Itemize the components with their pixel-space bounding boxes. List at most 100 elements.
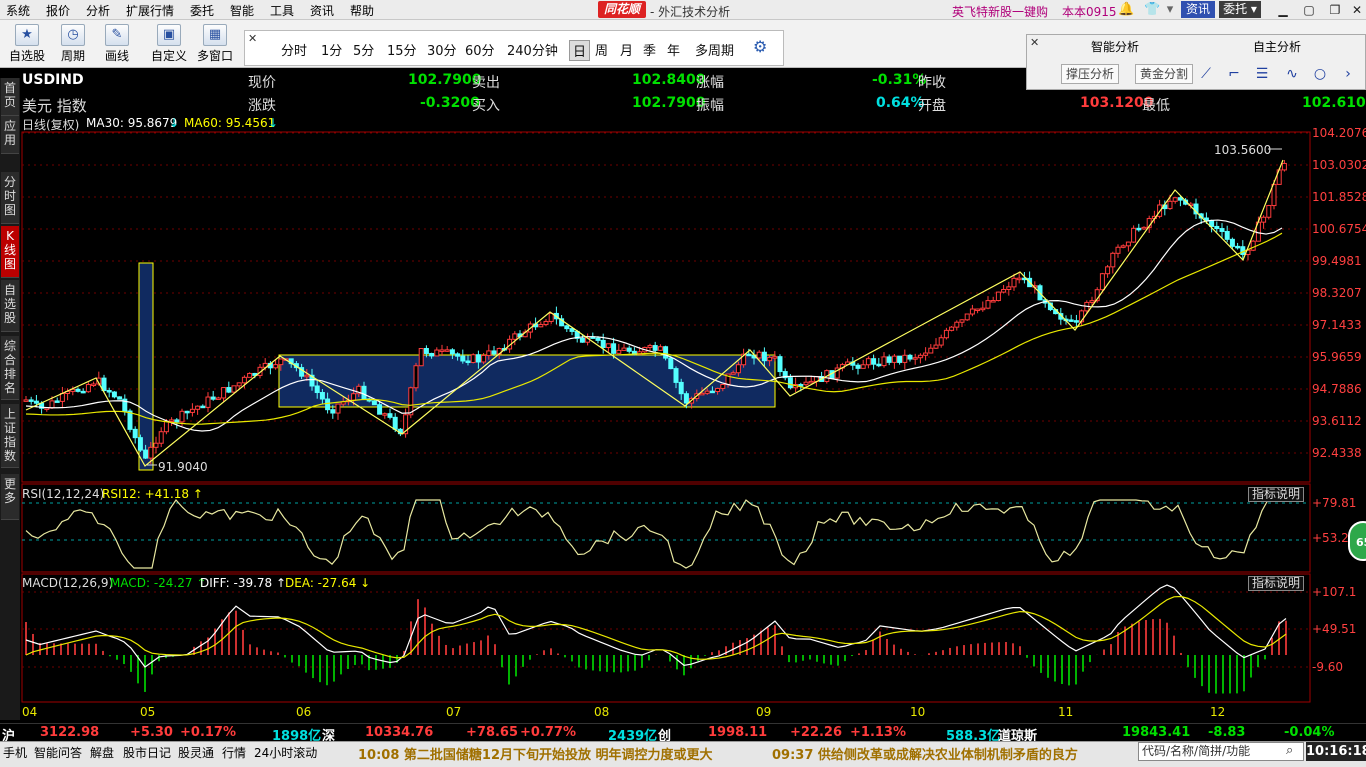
status-tab-mobile[interactable]: 手机 <box>3 744 27 761</box>
candle-body <box>881 356 887 367</box>
candle-body <box>798 384 804 387</box>
candle-body <box>1255 221 1261 242</box>
side-tab-more[interactable]: 更多 <box>1 474 19 520</box>
menu-system[interactable]: 系统 <box>6 2 30 19</box>
candle-body <box>356 385 362 395</box>
menu-quote[interactable]: 报价 <box>46 2 70 19</box>
menu-tools[interactable]: 工具 <box>270 2 294 19</box>
sell-price: 102.8400 <box>632 72 706 88</box>
period-month[interactable]: 月 <box>620 40 633 59</box>
period-5min[interactable]: 5分 <box>353 40 374 59</box>
golden-ratio-button[interactable]: 黄金分割 <box>1135 64 1194 84</box>
candle-body <box>928 347 934 354</box>
multi-window-tool-button[interactable]: ▦ 多窗口 <box>192 22 238 66</box>
candle-body <box>1001 288 1007 293</box>
restore-icon[interactable]: ❐ <box>1324 2 1346 18</box>
side-tab-watchlist[interactable]: 自选股 <box>1 280 19 332</box>
period-day[interactable]: 日 <box>569 40 591 61</box>
side-tab-sh-index[interactable]: 上证指数 <box>1 404 19 468</box>
tab-smart-analysis[interactable]: 智能分析 <box>1091 38 1139 55</box>
status-tab-24h[interactable]: 24小时滚动 <box>254 744 317 761</box>
period-year[interactable]: 年 <box>667 40 680 59</box>
watchlist-tool-button[interactable]: ★ 自选股 <box>4 22 50 66</box>
period-multi[interactable]: 多周期 <box>695 40 734 59</box>
floating-assistant-badge[interactable]: 65 <box>1348 521 1366 561</box>
tab-manual-analysis[interactable]: 自主分析 <box>1253 38 1301 55</box>
news-ticker-2[interactable]: 09:37 供给侧改革或成解决农业体制机制矛盾的良方 <box>772 744 1078 763</box>
macd-explain-button[interactable]: 指标说明 <box>1248 576 1304 591</box>
circle-draw-icon[interactable]: ○ <box>1311 65 1329 83</box>
account-name[interactable]: 本本0915 <box>1062 3 1117 20</box>
bell-icon[interactable]: 🔔 <box>1118 2 1134 18</box>
draw-line-tool-button[interactable]: ✎ 画线 <box>94 22 140 66</box>
candle-body <box>975 308 981 312</box>
rect-draw-icon[interactable]: ⌐ <box>1225 65 1243 83</box>
rsi-explain-button[interactable]: 指标说明 <box>1248 487 1304 502</box>
period-15min[interactable]: 15分 <box>387 40 417 59</box>
gear-icon[interactable]: ⚙ <box>753 37 767 56</box>
menu-news[interactable]: 资讯 <box>310 2 334 19</box>
period-tick[interactable]: 分时 <box>281 40 307 59</box>
candle-body <box>1276 169 1282 185</box>
trade-button[interactable]: 委托 ▾ <box>1219 1 1261 18</box>
side-tab-kline[interactable]: K线图 <box>1 226 19 278</box>
code-search-input[interactable]: 代码/名称/简拼/功能 <box>1138 742 1304 761</box>
custom-tool-button[interactable]: ▣ 自定义 <box>146 22 192 66</box>
line-draw-icon[interactable]: ⟋ <box>1197 65 1215 83</box>
promo-link[interactable]: 英飞特新股一键购 <box>952 3 1048 20</box>
shirt-icon[interactable]: 👕 <box>1144 2 1160 18</box>
change-label: 涨跌 <box>248 98 276 114</box>
period-quarter[interactable]: 季 <box>643 40 656 59</box>
close-icon[interactable]: ✕ <box>248 32 257 45</box>
menu-analysis[interactable]: 分析 <box>86 2 110 19</box>
menu-extended-market[interactable]: 扩展行情 <box>126 2 174 19</box>
period-week[interactable]: 周 <box>595 40 608 59</box>
wave-draw-icon[interactable]: ∿ <box>1283 65 1301 83</box>
side-tab-home[interactable]: 首页 <box>1 78 19 116</box>
period-240min[interactable]: 240分钟 <box>507 40 558 59</box>
side-tab-intraday[interactable]: 分时图 <box>1 172 19 224</box>
candle-body <box>1079 310 1085 323</box>
dj-index-change: -8.83 <box>1208 725 1246 740</box>
minimize-icon[interactable]: ▁ <box>1272 2 1294 18</box>
status-tab-qa[interactable]: 智能问答 <box>34 744 82 761</box>
arrow-right-icon[interactable]: › <box>1339 65 1357 83</box>
news-button[interactable]: 资讯 <box>1181 1 1215 18</box>
clock: 10:16:18 <box>1306 742 1366 761</box>
candle-body <box>761 351 767 362</box>
candle-body <box>397 428 403 435</box>
close-icon[interactable]: ✕ <box>1346 2 1366 18</box>
candle-body <box>969 308 975 315</box>
status-tab-analysis[interactable]: 解盘 <box>90 744 114 761</box>
menu-bar: 系统 报价 分析 扩展行情 委托 智能 工具 资讯 帮助 同花顺 - 外汇技术分… <box>0 0 1366 20</box>
news-ticker-1[interactable]: 10:08 第二批国储糖12月下旬开始投放 明年调控力度或更大 <box>358 744 713 763</box>
support-resistance-button[interactable]: 撑压分析 <box>1061 64 1120 84</box>
status-tab-gulingtong[interactable]: 股灵通 <box>178 744 214 761</box>
menu-help[interactable]: 帮助 <box>350 2 374 19</box>
dropdown-arrow-icon[interactable]: ▾ <box>1162 2 1178 18</box>
candle-body <box>241 376 247 384</box>
period-tool-button[interactable]: ◷ 周期 <box>50 22 96 66</box>
candle-body <box>673 368 679 383</box>
candle-body <box>59 393 65 402</box>
menu-trade[interactable]: 委托 <box>190 2 214 19</box>
maximize-icon[interactable]: ▢ <box>1298 2 1320 18</box>
period-60min[interactable]: 60分 <box>465 40 495 59</box>
price-tick: 97.1433 <box>1312 318 1362 332</box>
candle-body <box>127 410 133 430</box>
buy-label: 买入 <box>472 98 500 114</box>
status-tab-market[interactable]: 行情 <box>222 744 246 761</box>
candle-body <box>106 390 112 393</box>
candle-body <box>299 367 305 377</box>
period-1min[interactable]: 1分 <box>321 40 342 59</box>
status-tab-diary[interactable]: 股市日记 <box>123 744 171 761</box>
menu-smart[interactable]: 智能 <box>230 2 254 19</box>
search-icon[interactable]: ⌕ <box>1286 743 1293 758</box>
tool-label: 周期 <box>60 49 85 63</box>
close-icon[interactable]: ✕ <box>1030 36 1039 49</box>
side-tab-ranking[interactable]: 综合排名 <box>1 336 19 400</box>
candle-body <box>522 331 528 338</box>
side-tab-apps[interactable]: 应用 <box>1 116 19 154</box>
period-30min[interactable]: 30分 <box>427 40 457 59</box>
channel-draw-icon[interactable]: ☰ <box>1253 65 1271 83</box>
